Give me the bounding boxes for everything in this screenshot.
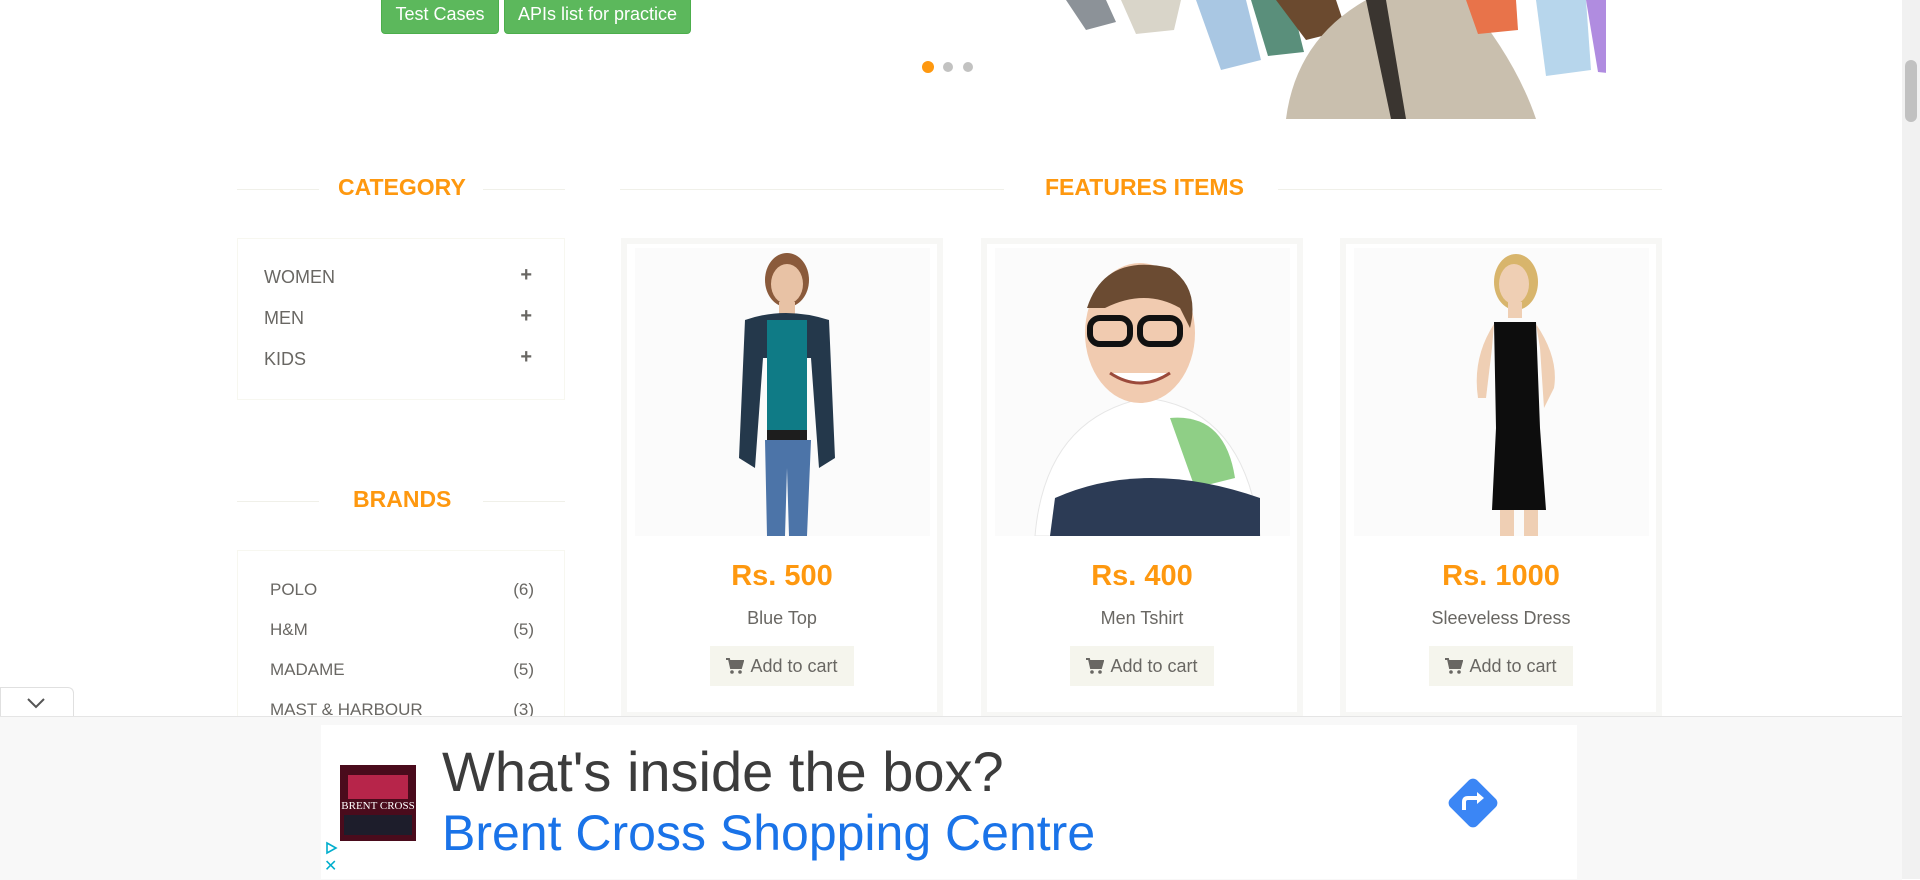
plus-icon[interactable]: + <box>520 264 532 287</box>
cart-icon <box>726 658 745 674</box>
cart-icon <box>1086 658 1105 674</box>
category-label: KIDS <box>264 349 307 369</box>
product-card: Rs. 1000 Sleeveless Dress Add to cart <box>1340 238 1662 718</box>
directions-icon[interactable] <box>1442 772 1504 834</box>
add-to-cart-label: Add to cart <box>1469 656 1557 676</box>
plus-icon[interactable]: + <box>520 346 532 369</box>
close-icon[interactable]: ✕ <box>324 859 338 875</box>
svg-text:BRENT CROSS: BRENT CROSS <box>341 800 414 812</box>
hero-image <box>1046 0 1636 119</box>
test-cases-button[interactable]: Test Cases <box>381 0 499 34</box>
add-to-cart-label: Add to cart <box>750 656 838 676</box>
category-panel: WOMEN + MEN + KIDS + <box>237 238 565 400</box>
brand-count: (5) <box>513 620 534 639</box>
adchoices-icon[interactable] <box>324 841 338 855</box>
category-label: MEN <box>264 308 304 328</box>
product-image <box>995 248 1290 536</box>
category-heading: CATEGORY <box>237 174 565 204</box>
brand-name: POLO <box>270 580 318 599</box>
product-card: Rs. 400 Men Tshirt Add to cart <box>981 238 1303 718</box>
brand-name: H&M <box>270 620 308 639</box>
features-heading: FEATURES ITEMS <box>620 174 1662 204</box>
scrollbar-thumb[interactable] <box>1905 60 1917 122</box>
slider-dot-1[interactable] <box>922 61 934 73</box>
product-name: Men Tshirt <box>1100 608 1184 628</box>
product-price: Rs. 1000 <box>1442 560 1560 592</box>
add-to-cart-button[interactable]: Add to cart <box>1429 646 1573 686</box>
slider-dot-3[interactable] <box>963 62 973 72</box>
chevron-down-icon <box>27 698 45 709</box>
brand-count: (5) <box>513 660 534 679</box>
product-image <box>1354 248 1649 536</box>
advertiser-logo: BRENT CROSS <box>340 765 416 841</box>
features-title: FEATURES ITEMS <box>1045 174 1244 200</box>
add-to-cart-label: Add to cart <box>1110 656 1198 676</box>
slider-dot-2[interactable] <box>943 62 953 72</box>
add-to-cart-button[interactable]: Add to cart <box>710 646 854 686</box>
page-scrollbar[interactable] <box>1902 0 1920 879</box>
product-price: Rs. 500 <box>731 560 833 592</box>
product-card: Rs. 500 Blue Top Add to cart <box>621 238 943 718</box>
brand-name: MADAME <box>270 660 345 679</box>
product-image <box>635 248 930 536</box>
brands-panel: POLO (6) H&M (5) MADAME (5) MAST & HARBO… <box>237 550 565 720</box>
product-price: Rs. 400 <box>1091 560 1193 592</box>
ad-creative[interactable]: BRENT CROSS What's inside the box? Brent… <box>321 725 1577 879</box>
ad-collapse-button[interactable] <box>0 687 74 718</box>
ad-advertiser-name[interactable]: Brent Cross Shopping Centre <box>442 804 1095 862</box>
plus-icon[interactable]: + <box>520 305 532 328</box>
product-name: Blue Top <box>747 608 817 628</box>
category-label: WOMEN <box>264 267 335 287</box>
product-name: Sleeveless Dress <box>1431 608 1571 628</box>
brands-title: BRANDS <box>353 486 452 512</box>
cart-icon <box>1445 658 1464 674</box>
category-title: CATEGORY <box>338 174 466 200</box>
brands-heading: BRANDS <box>237 486 565 516</box>
apis-list-button[interactable]: APIs list for practice <box>504 0 691 34</box>
ad-headline[interactable]: What's inside the box? <box>442 739 1004 804</box>
brand-count: (6) <box>513 580 534 599</box>
add-to-cart-button[interactable]: Add to cart <box>1070 646 1214 686</box>
